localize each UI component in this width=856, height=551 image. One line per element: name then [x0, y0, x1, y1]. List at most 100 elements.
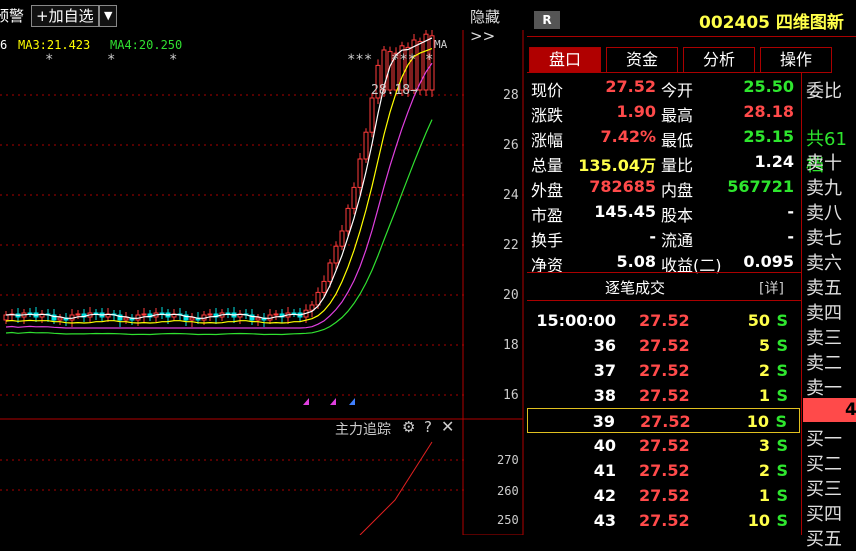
- quote-row: 涨幅 7.42% 最低 25.15: [527, 124, 800, 150]
- trade-price: 27.52: [639, 336, 690, 355]
- trade-side: S: [776, 361, 788, 380]
- quote-row: 换手 - 流通 -: [527, 224, 800, 250]
- quote-field-value: 135.04万: [578, 156, 656, 175]
- quote-field-value: 5.08: [616, 252, 656, 271]
- trade-row[interactable]: 38 27.52 1 S: [527, 383, 800, 408]
- close-icon[interactable]: ✕: [441, 417, 454, 436]
- trade-time: 41: [593, 461, 616, 480]
- quote-field-value: -: [787, 227, 794, 246]
- trade-row[interactable]: 42 27.52 1 S: [527, 483, 800, 508]
- add-watchlist-button[interactable]: +加自选: [31, 5, 99, 27]
- candle-body: [189, 317, 195, 321]
- quote-field-value: 1.24: [754, 152, 794, 171]
- trade-volume: 10: [747, 511, 770, 530]
- trade-row[interactable]: 39 27.52 10 S: [527, 408, 800, 433]
- trade-side: S: [776, 386, 788, 405]
- trade-row[interactable]: 36 27.52 5 S: [527, 333, 800, 358]
- y-tick-label: 28: [503, 88, 519, 103]
- trade-price: 27.52: [640, 412, 691, 431]
- tab-pankou[interactable]: 盘口: [529, 47, 601, 73]
- trade-row[interactable]: 41 27.52 2 S: [527, 458, 800, 483]
- trade-row[interactable]: 40 27.52 3 S: [527, 433, 800, 458]
- candle-body: [75, 313, 81, 316]
- indicator-y-tick: 260: [497, 484, 519, 498]
- y-tick-label: 20: [503, 288, 519, 303]
- trade-side: S: [776, 486, 788, 505]
- trade-side: S: [776, 311, 788, 330]
- gear-icon[interactable]: ⚙: [402, 418, 415, 436]
- quote-row: 涨跌 1.90 最高 28.18: [527, 99, 800, 125]
- quote-field-label: 换手: [531, 231, 564, 250]
- buy-level-label: 买四: [806, 504, 842, 525]
- trade-row[interactable]: 43 27.52 10 S: [527, 508, 800, 533]
- quote-field-label: 量比: [661, 156, 694, 175]
- signal-star: ***: [347, 52, 373, 68]
- high-annotation: 28.18→: [371, 83, 418, 98]
- sell-level-label: 卖十: [806, 153, 842, 174]
- signal-star: *: [45, 52, 54, 68]
- candle-body: [363, 131, 369, 160]
- indicator-y-tick: 270: [497, 453, 519, 467]
- trade-side: S: [776, 336, 788, 355]
- trade-volume: 2: [758, 461, 770, 480]
- quote-field-label: 涨跌: [531, 106, 564, 125]
- sell-level-label: 卖一: [806, 378, 842, 399]
- signal-marker: [330, 398, 336, 405]
- sell-level-label: 卖五: [806, 278, 842, 299]
- indicator-title: 主力追踪: [335, 422, 391, 438]
- sell-level-label: 卖七: [806, 228, 842, 249]
- trade-side: S: [775, 412, 787, 431]
- trade-time: 38: [593, 386, 616, 405]
- candle-body: [357, 158, 363, 188]
- quote-field-value: 7.42%: [600, 127, 656, 146]
- tab-operate[interactable]: 操作: [760, 47, 832, 73]
- sell-level-label: 卖四: [806, 303, 842, 324]
- quote-field-value: 25.15: [743, 127, 794, 146]
- quote-field-value: 27.52: [605, 77, 656, 96]
- signal-marker: [349, 398, 355, 405]
- candle-body: [255, 317, 261, 321]
- help-icon[interactable]: ?: [424, 418, 432, 436]
- ma4-readout: MA4:20.250: [110, 38, 183, 52]
- quote-field-value: 1.90: [616, 102, 656, 121]
- trade-time: 42: [593, 486, 616, 505]
- kline-chart-area: 6 MA3:21.423 MA4:20.250 MA * * * *** ***…: [0, 30, 525, 535]
- trade-row[interactable]: 37 27.52 2 S: [527, 358, 800, 383]
- watchlist-dropdown-button[interactable]: ▼: [99, 5, 118, 27]
- weibi-label: 委比: [806, 81, 842, 102]
- quote-row: 总量 135.04万 量比 1.24: [527, 149, 800, 175]
- stock-code-name: 002405 四维图新: [699, 13, 844, 33]
- candle-body: [123, 317, 129, 321]
- quote-field-value: -: [649, 227, 656, 246]
- alert-label[interactable]: 预警: [0, 5, 24, 26]
- divider: [801, 72, 802, 535]
- y-tick-label: 24: [503, 188, 519, 203]
- trade-side: S: [776, 436, 788, 455]
- kline-chart[interactable]: [0, 30, 525, 535]
- quote-field-value: 25.50: [743, 77, 794, 96]
- candle-body: [333, 245, 339, 264]
- divider: [527, 36, 856, 37]
- quote-field-value: 782685: [589, 177, 656, 196]
- trade-time: 15:00:00: [536, 311, 616, 330]
- tab-analysis[interactable]: 分析: [683, 47, 755, 73]
- trade-time: 36: [593, 336, 616, 355]
- quote-field-label: 股本: [661, 206, 694, 225]
- trade-row[interactable]: 15:00:00 27.52 50 S: [527, 308, 800, 333]
- signal-star: *: [169, 52, 178, 68]
- quote-field-value: 567721: [727, 177, 794, 196]
- trade-side: S: [776, 461, 788, 480]
- sell-level-label: 卖九: [806, 178, 842, 199]
- sell-level-label: 卖二: [806, 353, 842, 374]
- quote-field-label: 最低: [661, 131, 694, 150]
- trade-price: 27.52: [639, 486, 690, 505]
- ma-line: [5, 62, 433, 329]
- y-tick-label: 26: [503, 138, 519, 153]
- trade-detail-link[interactable]: [详]: [759, 278, 784, 298]
- tab-funds[interactable]: 资金: [606, 47, 678, 73]
- divider: [527, 272, 801, 273]
- trade-volume: 50: [747, 311, 770, 330]
- quote-field-label: 市盈: [531, 206, 564, 225]
- quote-field-value: 0.095: [743, 252, 794, 271]
- trade-volume: 10: [746, 412, 769, 431]
